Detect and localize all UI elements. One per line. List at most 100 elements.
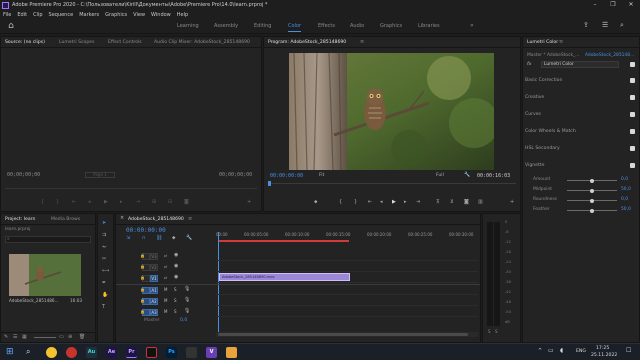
keyboard-language[interactable]: ENG <box>576 349 586 354</box>
section-creative[interactable]: Creative <box>525 95 627 100</box>
go-to-in-icon[interactable]: ⇤ <box>72 199 76 205</box>
project-search-input[interactable] <box>5 236 91 243</box>
panel-menu-icon[interactable]: ≡ <box>360 39 364 45</box>
razor-tool-icon[interactable]: ✂ <box>102 256 106 262</box>
audition-icon[interactable]: Au <box>86 347 97 358</box>
tab-media-browser[interactable]: Media Brows <box>51 217 80 222</box>
track-target-toggle[interactable]: A3 <box>150 309 158 316</box>
selection-tool-icon[interactable]: ➤ <box>102 220 106 226</box>
close-button[interactable]: ✕ <box>622 0 640 10</box>
lumetri-clip-select[interactable]: AdobeStock_285148... <box>585 53 634 58</box>
type-tool-icon[interactable]: T <box>102 304 105 310</box>
zoom-slider[interactable] <box>34 337 56 338</box>
notifications-icon[interactable]: ☰ <box>602 21 608 29</box>
meter-solo-left[interactable]: S <box>488 329 491 334</box>
notification-center-icon[interactable]: ☐ <box>626 347 631 354</box>
mark-out-icon-program[interactable]: } <box>354 199 357 205</box>
section-basic-correction[interactable]: Basic Correction <box>525 78 627 83</box>
clock-time[interactable]: 17:25 <box>596 346 609 351</box>
solo-track-button[interactable]: S <box>174 298 177 303</box>
vignette-amount-slider[interactable] <box>567 178 617 183</box>
add-button-icon-program[interactable]: + <box>510 199 514 205</box>
mark-in-icon-program[interactable]: { <box>339 199 342 205</box>
workspace-tab-effects[interactable]: Effects <box>318 23 335 29</box>
basic-correction-checkbox[interactable] <box>630 78 635 83</box>
slider-knob[interactable] <box>590 198 594 203</box>
menu-help[interactable]: Help <box>177 12 188 18</box>
section-vignette[interactable]: Vignette <box>525 163 627 168</box>
tab-lumetri-scopes[interactable]: Lumetri Scopes <box>59 40 95 45</box>
menu-window[interactable]: Window <box>151 12 171 18</box>
slider-knob[interactable] <box>590 208 594 213</box>
track-lock-icon[interactable]: 🔒 <box>140 253 145 258</box>
program-timecode-current[interactable]: 00:00:00:00 <box>270 173 303 179</box>
after-effects-icon[interactable]: Ae <box>106 347 117 358</box>
list-view-icon[interactable]: ☰ <box>13 334 17 340</box>
workspace-tab-graphics[interactable]: Graphics <box>380 23 402 29</box>
tab-source[interactable]: Source: (no clips) <box>5 40 45 45</box>
track-visibility-eye-icon[interactable]: ◉ <box>174 252 178 258</box>
track-lock-icon[interactable]: 🔒 <box>140 298 145 303</box>
track-lock-icon[interactable]: 🔒 <box>140 264 145 269</box>
mute-track-button[interactable]: M <box>164 298 167 303</box>
extract-icon[interactable]: ⊻ <box>450 199 454 205</box>
tray-arrow-icon[interactable]: ^ <box>538 348 542 354</box>
premiere-icon[interactable]: Pr <box>126 347 137 358</box>
timeline-scroll-thumb[interactable] <box>218 333 468 336</box>
tab-audio-clip-mixer[interactable]: Audio Clip Mixer: AdobeStock_285148690 <box>154 40 250 45</box>
mute-track-button[interactable]: M <box>164 309 167 314</box>
app-icon[interactable] <box>186 347 197 358</box>
menu-edit[interactable]: Edit <box>17 12 27 18</box>
ripple-edit-tool-icon[interactable]: ⟛ <box>102 244 107 250</box>
tab-project[interactable]: Project: learn <box>5 217 35 222</box>
solo-track-button[interactable]: S <box>174 309 177 314</box>
overwrite-icon[interactable]: ⊟ <box>168 199 172 205</box>
section-curves[interactable]: Curves <box>525 112 627 117</box>
windows-start-icon[interactable]: ⊞ <box>6 347 14 357</box>
lumetri-effect-select[interactable]: Lumetri Color <box>541 61 619 68</box>
track-target-toggle[interactable]: V3 <box>150 253 158 260</box>
linked-selection-icon[interactable]: ⛓ <box>156 235 162 241</box>
minimize-button[interactable]: – <box>586 0 604 10</box>
opera-icon[interactable] <box>66 347 77 358</box>
export-frame-icon[interactable]: ◙ <box>184 199 189 205</box>
insert-overwrite-icon[interactable]: ⇲ <box>126 235 130 241</box>
step-forward-icon-program[interactable]: ▸ <box>404 199 407 205</box>
settings-wrench-icon[interactable]: 🔧 <box>464 172 470 178</box>
lumetri-fx-toggle[interactable] <box>630 62 635 67</box>
export-frame-icon-program[interactable]: ◙ <box>464 199 469 205</box>
vignette-midpoint-value[interactable]: 50,0 <box>621 187 631 192</box>
slider-knob[interactable] <box>590 178 594 183</box>
mark-out-icon[interactable]: } <box>56 199 59 205</box>
track-lock-icon[interactable]: 🔒 <box>140 309 145 314</box>
volume-icon[interactable]: ◖ <box>560 347 563 354</box>
insert-icon[interactable]: ⊞ <box>152 199 156 205</box>
vignette-feather-value[interactable]: 50,0 <box>621 207 631 212</box>
visual-studio-icon[interactable]: V <box>206 347 217 358</box>
voiceover-record-icon[interactable]: 🎙 <box>184 297 190 303</box>
network-icon[interactable]: ▭ <box>548 347 554 354</box>
timeline-sequence-tab[interactable]: AdobeStock_285148690 <box>128 217 184 222</box>
solo-track-button[interactable]: S <box>174 287 177 292</box>
step-forward-icon[interactable]: ▸ <box>120 199 123 205</box>
menu-file[interactable]: File <box>3 12 11 18</box>
track-visibility-eye-icon[interactable]: ◉ <box>174 263 178 269</box>
menu-graphics[interactable]: Graphics <box>105 12 127 18</box>
pen-tool-icon[interactable]: ✒ <box>102 280 106 286</box>
program-fit-select[interactable]: Fit <box>319 173 324 178</box>
curves-checkbox[interactable] <box>630 112 635 117</box>
timeline-work-area-bar[interactable] <box>218 240 349 242</box>
sync-lock-icon[interactable]: ⇄ <box>164 275 167 280</box>
new-item-icon[interactable]: ⊕ <box>68 334 72 340</box>
home-icon[interactable]: ⌂ <box>6 21 16 31</box>
track-lock-icon[interactable]: 🔒 <box>140 275 145 280</box>
track-target-toggle[interactable]: V2 <box>150 264 158 271</box>
lift-icon[interactable]: ⊼ <box>436 199 440 205</box>
track-target-toggle[interactable]: V1 <box>150 275 158 282</box>
timeline-close-icon[interactable]: × <box>120 215 124 221</box>
snap-icon[interactable]: ∩ <box>142 235 146 241</box>
timeline-horizontal-scrollbar[interactable] <box>216 332 478 337</box>
timeline-ruler[interactable]: 00:00 00:00:05:00 00:00:10:00 00:00:15:0… <box>216 227 478 242</box>
menu-sequence[interactable]: Sequence <box>49 12 74 18</box>
go-to-in-icon-program[interactable]: ⇤ <box>368 199 372 205</box>
